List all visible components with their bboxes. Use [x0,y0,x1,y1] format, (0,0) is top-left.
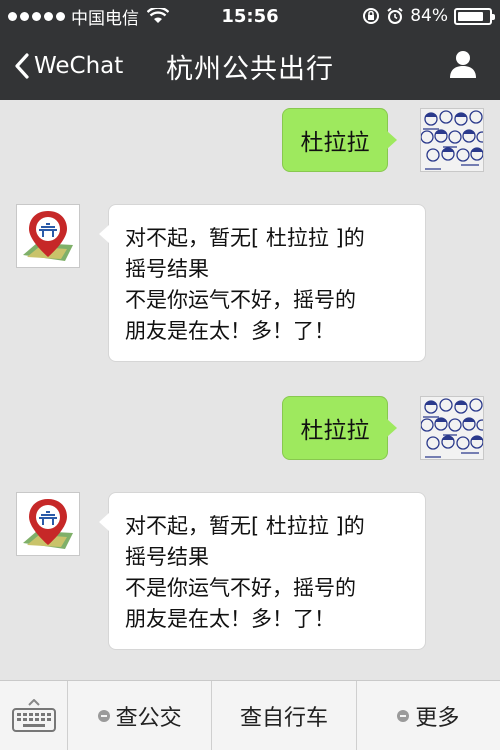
message-line: 朋友是在太！多！了！ [125,607,335,631]
message-text: 杜拉拉 [300,130,370,156]
message-bubble-outgoing[interactable]: 杜拉拉 [282,396,397,460]
signal-strength-icon [8,11,65,21]
message-line: 不是你运气不好，摇号的 [125,576,356,600]
crowd-illustration-icon [421,110,483,170]
battery-percent: 84% [410,6,448,26]
rotation-lock-icon [363,8,380,24]
person-icon [450,51,476,78]
map-pin-logo-icon [23,211,73,261]
chat-area[interactable]: 杜拉拉 对不起，暂无[ 杜拉拉 ]的 摇号结果 不是你运气不好，摇号的 朋友是在… [0,100,500,680]
bot-avatar[interactable] [16,204,80,268]
message-bubble-incoming[interactable]: 对不起，暂无[ 杜拉拉 ]的 摇号结果 不是你运气不好，摇号的 朋友是在太！多！… [99,204,426,362]
battery-icon [454,7,495,25]
user-avatar[interactable] [420,396,484,460]
submenu-indicator-icon [97,709,110,722]
wifi-icon [147,8,169,23]
map-pin-logo-icon [23,499,73,549]
menu-more[interactable]: 更多 [357,681,500,750]
submenu-indicator-icon [397,709,410,722]
menu-label: 查自行车 [239,705,328,731]
message-text: 杜拉拉 [300,418,370,444]
message-line: 朋友是在太！多！了！ [125,319,335,343]
back-label: WeChat [34,53,124,79]
chevron-left-icon [15,53,29,79]
nav-bar: WeChat 杭州公共出行 [0,32,500,100]
menu-label: 更多 [415,705,460,731]
message-bubble-outgoing[interactable]: 杜拉拉 [282,108,397,172]
message-line: 摇号结果 [125,545,209,569]
message-line: 对不起，暂无[ 杜拉拉 ]的 [125,514,365,538]
message-line: 不是你运气不好，摇号的 [125,288,356,312]
menu-label: 查公交 [115,705,182,731]
menu-bike-query[interactable]: 查自行车 [212,681,357,750]
message-line: 对不起，暂无[ 杜拉拉 ]的 [125,226,365,250]
keyboard-icon [11,698,56,732]
alarm-icon [387,7,403,24]
crowd-illustration-icon [421,398,483,458]
keyboard-toggle-button[interactable] [0,681,68,750]
status-bar: 中国电信 15:56 84% [0,0,500,32]
bot-avatar[interactable] [16,492,80,556]
message-line: 摇号结果 [125,257,209,281]
back-button[interactable]: WeChat [14,53,123,79]
message-bubble-incoming[interactable]: 对不起，暂无[ 杜拉拉 ]的 摇号结果 不是你运气不好，摇号的 朋友是在太！多！… [99,492,426,650]
contact-info-button[interactable] [448,49,478,83]
carrier-label: 中国电信 [71,8,139,29]
user-avatar[interactable] [420,108,484,172]
menu-bus-query[interactable]: 查公交 [68,681,213,750]
bottom-menu-bar: 查公交 查自行车 更多 [0,680,500,750]
